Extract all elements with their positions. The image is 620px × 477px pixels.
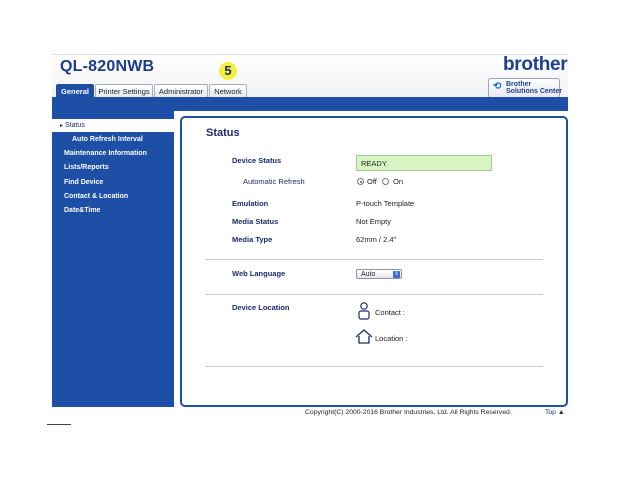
refresh-on-label: On xyxy=(393,177,404,186)
emulation-value: P-touch Template xyxy=(356,199,415,208)
tab-underline-bar xyxy=(52,97,568,111)
divider xyxy=(205,259,543,260)
brother-logo[interactable]: brother xyxy=(503,54,568,76)
divider xyxy=(205,294,543,295)
location-label: Location : xyxy=(375,334,408,343)
top-link[interactable]: Top ▲ xyxy=(545,409,565,416)
tab-administrator[interactable]: Administrator xyxy=(154,84,208,98)
footer-line xyxy=(47,424,71,425)
solutions-center-label: Brother Solutions Center xyxy=(506,81,563,95)
solutions-center-button[interactable]: ⟲ Brother Solutions Center xyxy=(488,78,563,98)
arrow-right-icon: ▸ xyxy=(60,123,64,129)
media-status-label: Media Status xyxy=(232,217,279,226)
step-badge: 5 xyxy=(219,62,237,80)
media-type-label: Media Type xyxy=(232,235,273,244)
emulation-label: Emulation xyxy=(232,199,269,208)
media-type-value: 62mm / 2.4" xyxy=(356,235,397,244)
sidebar-item-maintenance-information[interactable]: Maintenance Information xyxy=(52,147,174,160)
sidebar-item-lists-reports[interactable]: Lists/Reports xyxy=(52,161,174,174)
web-language-select[interactable]: Auto ⇕ xyxy=(356,269,402,279)
device-location-label: Device Location xyxy=(232,303,290,312)
sidebar-item-date-time[interactable]: Date&Time xyxy=(52,204,174,217)
divider xyxy=(205,366,543,367)
tab-printer-settings[interactable]: Printer Settings xyxy=(95,84,153,98)
automatic-refresh-label: Automatic Refresh xyxy=(243,177,305,186)
contact-person-icon xyxy=(358,302,370,320)
sidebar-item-contact-location[interactable]: Contact & Location xyxy=(52,190,174,203)
model-name: QL-820NWB xyxy=(60,58,155,75)
page-title: Status xyxy=(206,127,240,139)
copyright-text: Copyright(C) 2000-2016 Brother Industrie… xyxy=(305,409,512,416)
solutions-center-icon: ⟲ xyxy=(493,81,502,92)
sidebar-item-status[interactable]: ▸ Status xyxy=(52,119,174,132)
web-language-label: Web Language xyxy=(232,269,286,278)
tab-general[interactable]: General xyxy=(56,84,94,98)
refresh-off-label: Off xyxy=(367,177,377,186)
refresh-on-radio[interactable] xyxy=(382,178,389,185)
contact-label: Contact : xyxy=(375,308,406,317)
select-arrows-icon: ⇕ xyxy=(393,271,400,278)
location-house-icon xyxy=(355,329,373,344)
web-language-value: Auto xyxy=(361,271,376,278)
sidebar-item-label: Status xyxy=(64,122,85,129)
sidebar-item-find-device[interactable]: Find Device xyxy=(52,176,174,189)
refresh-off-radio[interactable] xyxy=(357,178,364,185)
media-status-value: Not Empty xyxy=(356,217,392,226)
sidebar-item-auto-refresh-interval[interactable]: Auto Refresh Interval xyxy=(52,133,174,146)
device-status-label: Device Status xyxy=(232,156,282,165)
device-status-value: READY xyxy=(356,155,492,171)
tab-network[interactable]: Network xyxy=(209,84,247,98)
